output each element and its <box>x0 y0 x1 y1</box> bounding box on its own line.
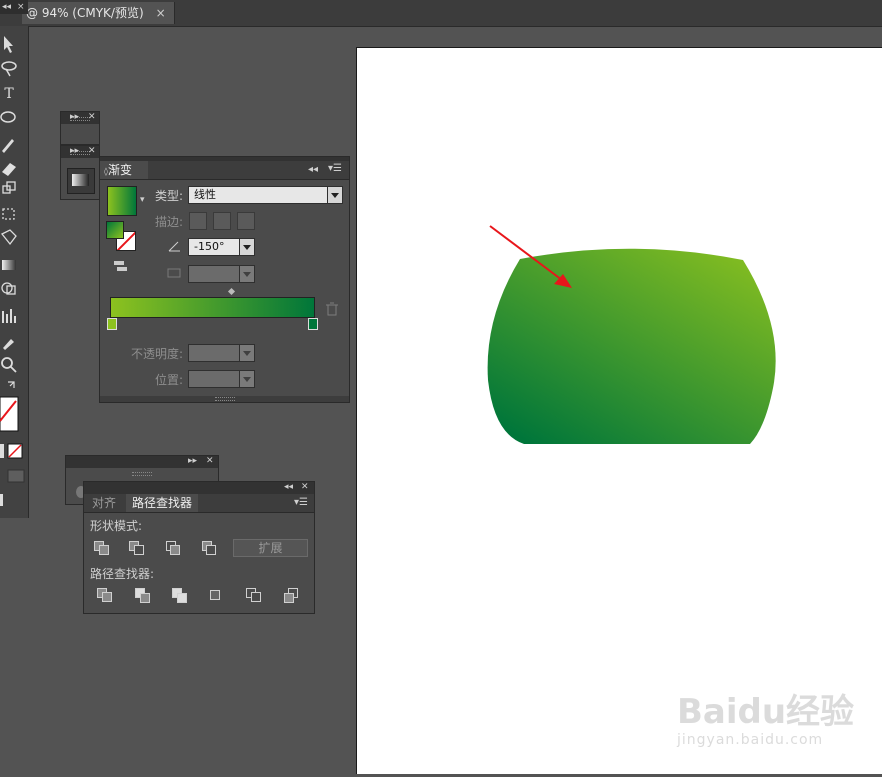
expand-panel-icon[interactable]: ▸▸ <box>70 112 79 122</box>
close-panel-icon[interactable]: ✕ <box>206 456 214 466</box>
collapsed-gradient-panel: ▸▸ ✕ <box>60 145 100 200</box>
location-input[interactable] <box>188 370 255 388</box>
exclude-button[interactable] <box>202 541 218 557</box>
stroke-along-button[interactable] <box>213 212 231 230</box>
collapse-toolbox-icon[interactable]: ◂◂ <box>2 0 11 14</box>
panel-resize-bar[interactable] <box>100 396 349 402</box>
collapse-panel-icon[interactable]: ◂◂ <box>308 164 318 175</box>
swatch-dropdown-icon[interactable]: ▾ <box>140 195 145 205</box>
reverse-gradient-icon[interactable] <box>114 261 128 273</box>
chevron-down-icon <box>239 345 254 361</box>
scale-tool-icon <box>2 181 16 194</box>
watermark-url: jingyan.baidu.com <box>677 732 824 748</box>
close-panel-icon[interactable]: ✕ <box>88 146 96 156</box>
chevron-down-icon <box>239 371 254 387</box>
eyedropper-tool-icon <box>3 339 14 350</box>
panel-menu-icon[interactable]: ▾☰ <box>328 163 342 174</box>
gradient-stop-left[interactable] <box>107 318 117 330</box>
aspect-ratio-icon <box>167 268 181 278</box>
document-tab-bar: @ 94% (CMYK/预览) × <box>0 0 882 27</box>
chevron-down-icon <box>327 187 342 203</box>
collapsed-panel-1: ▸▸ ✕ <box>60 111 100 145</box>
merge-button[interactable] <box>172 588 188 604</box>
expand-panel-icon[interactable]: ▸▸ <box>70 146 79 156</box>
tools-panel: T <box>0 26 29 518</box>
toolbox-header: ◂◂ × <box>0 0 28 14</box>
zoom-tool-icon <box>1 357 17 373</box>
gradient-stop-right[interactable] <box>308 318 318 330</box>
document-tab[interactable]: @ 94% (CMYK/预览) × <box>22 2 175 24</box>
blend-tool-icon <box>1 282 16 295</box>
gradient-panel: ◊渐变 ◂◂ ▾☰ ▾ 类型: 线性 描边: -150° 不透明度: 位置: <box>99 156 350 403</box>
close-panel-icon[interactable]: ✕ <box>88 112 96 122</box>
tab-pathfinder[interactable]: 路径查找器 <box>126 494 199 512</box>
gradient-panel-title: 渐变 <box>107 163 132 177</box>
minus-front-button[interactable] <box>129 541 145 557</box>
gradient-slider[interactable] <box>110 297 315 318</box>
graph-tool-icon <box>2 309 16 323</box>
location-label: 位置: <box>155 373 184 387</box>
lasso-tool-icon <box>1 61 17 77</box>
free-transform-tool-icon <box>2 208 15 220</box>
close-tab-icon[interactable]: × <box>156 2 166 24</box>
pathfinders-label: 路径查找器: <box>90 567 155 581</box>
pathfinder-panel: ◂◂ ✕ 对齐 路径查找器 ▾☰ 形状模式: 扩展 路径查找器: <box>83 481 315 614</box>
type-tool-icon[interactable]: T <box>0 84 19 104</box>
angle-input[interactable]: -150° <box>188 238 255 256</box>
gradient-type-value: 线性 <box>194 188 216 201</box>
shape-modes-label: 形状模式: <box>90 519 143 533</box>
swap-colors-icon <box>8 381 15 388</box>
screen-mode-icon <box>7 469 25 483</box>
gradient-swatch[interactable] <box>107 186 137 216</box>
mesh-tool-icon <box>2 260 16 270</box>
stroke-label: 描边: <box>155 215 184 229</box>
trim-button[interactable] <box>134 588 150 604</box>
chevron-down-icon <box>239 266 254 282</box>
stroke-within-button[interactable] <box>189 212 207 230</box>
fill-stroke-widget[interactable] <box>106 221 136 251</box>
opacity-input[interactable] <box>188 344 255 362</box>
normal-mode-icon <box>0 444 4 458</box>
outline-button[interactable] <box>246 588 262 604</box>
panel-menu-icon[interactable]: ▾☰ <box>294 497 308 508</box>
artwork <box>487 225 776 444</box>
expand-button[interactable]: 扩展 <box>233 539 308 557</box>
minus-back-button[interactable] <box>284 588 300 604</box>
pencil-tool-icon <box>2 139 14 153</box>
pathfinder-panel-header: ◂◂ ✕ <box>84 482 314 494</box>
gradient-panel-tabbar: ◊渐变 ◂◂ ▾☰ <box>100 161 349 180</box>
angle-icon <box>168 241 180 252</box>
draw-mode-icon <box>0 494 3 506</box>
crop-button[interactable] <box>208 588 224 604</box>
artboard[interactable]: Baidu经验 jingyan.baidu.com <box>356 47 882 774</box>
document-tab-title: @ 94% (CMYK/预览) <box>26 6 144 20</box>
intersect-button[interactable] <box>166 541 182 557</box>
aspect-ratio-input[interactable] <box>188 265 255 283</box>
chevron-down-icon <box>239 239 254 255</box>
midpoint-diamond-icon[interactable] <box>227 287 236 296</box>
green-bowl-shape[interactable] <box>487 248 776 444</box>
opacity-label: 不透明度: <box>131 347 184 361</box>
shape-builder-tool-icon <box>0 229 17 246</box>
collapse-panel-icon[interactable]: ◂◂ <box>284 482 293 492</box>
close-toolbox-icon[interactable]: × <box>17 0 25 14</box>
selection-tool-icon <box>4 36 13 53</box>
stroke-across-button[interactable] <box>237 212 255 230</box>
eraser-tool-icon <box>2 163 16 176</box>
tab-align[interactable]: 对齐 <box>86 494 122 512</box>
watermark-logo: Baidu经验 <box>677 692 855 732</box>
unite-button[interactable] <box>94 541 110 557</box>
tab-gradient[interactable]: ◊渐变 <box>100 161 148 179</box>
trash-icon[interactable] <box>326 302 338 316</box>
type-label: 类型: <box>155 189 184 203</box>
pathfinder-tabbar: 对齐 路径查找器 ▾☰ <box>84 494 314 513</box>
angle-value: -150° <box>194 240 225 253</box>
collapse-panel-icon[interactable]: ▸▸ <box>188 456 197 466</box>
divide-button[interactable] <box>97 588 113 604</box>
close-panel-icon[interactable]: ✕ <box>301 482 309 492</box>
gradient-panel-icon[interactable] <box>67 168 95 194</box>
gradient-type-select[interactable]: 线性 <box>188 186 343 204</box>
